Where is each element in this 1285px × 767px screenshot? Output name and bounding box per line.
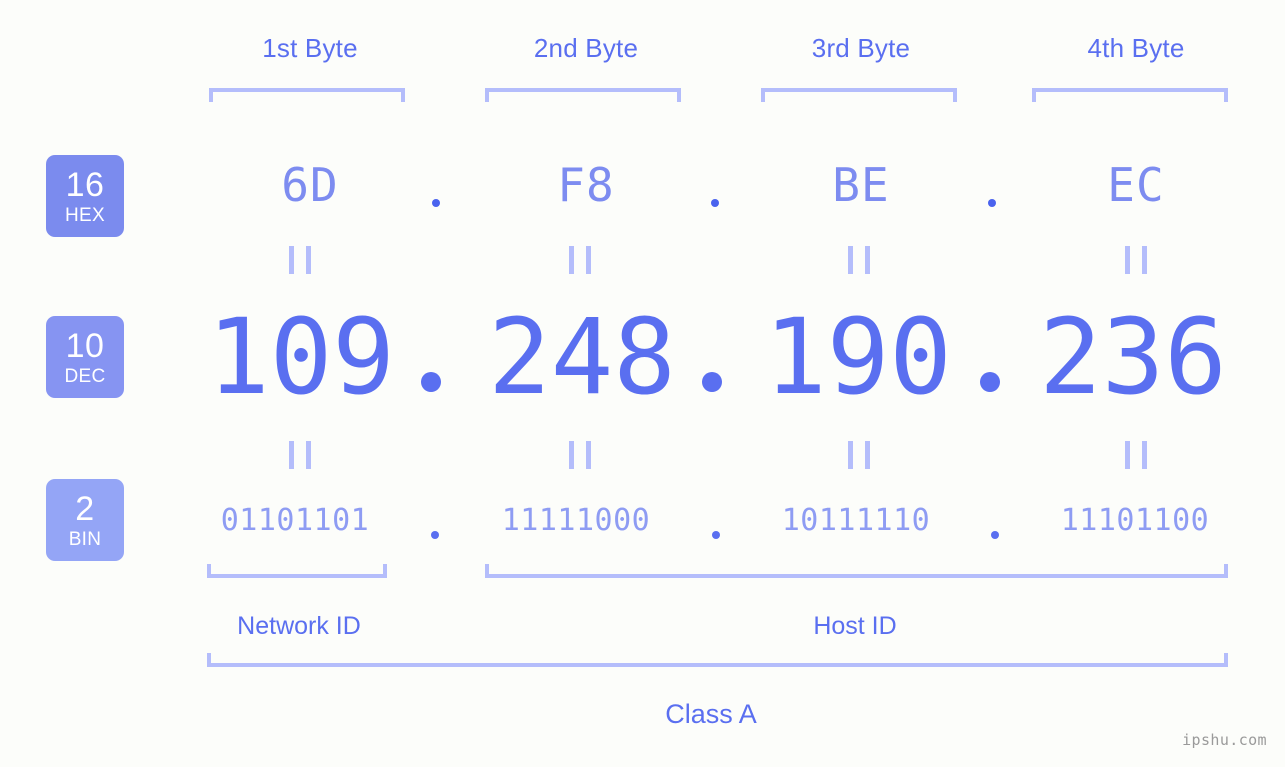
equals-icon-7 [848, 441, 870, 469]
equals-icon-5 [289, 441, 311, 469]
class-label: Class A [665, 699, 757, 729]
hex-byte-4: EC [1107, 158, 1165, 212]
dec-byte-4: 236 [1039, 296, 1227, 418]
base-badge-dec: 10 DEC [46, 316, 124, 398]
class-bracket [207, 653, 1228, 667]
base-badge-hex-name: HEX [65, 204, 105, 226]
dec-byte-1: 109 [207, 296, 395, 418]
bin-dot-separator-3 [991, 531, 999, 539]
byte-bracket-3 [761, 88, 957, 102]
hex-dot-separator-2 [711, 199, 719, 207]
hex-dot-separator-1 [432, 199, 440, 207]
dec-byte-3: 190 [764, 296, 952, 418]
equals-icon-8 [1125, 441, 1147, 469]
equals-icon-6 [569, 441, 591, 469]
byte-header-label-2: 2nd Byte [533, 33, 639, 63]
base-badge-dec-number: 10 [65, 326, 105, 365]
bin-byte-2: 11111000 [501, 503, 651, 538]
equals-icon-4 [1125, 246, 1147, 274]
bin-dot-separator-1 [431, 531, 439, 539]
dec-dot-separator-1 [421, 372, 441, 392]
network-id-bracket [207, 564, 387, 578]
dec-dot-separator-3 [980, 372, 1000, 392]
base-badge-dec-name: DEC [64, 365, 106, 387]
dec-byte-2: 248 [488, 296, 676, 418]
byte-header-label-3: 3rd Byte [811, 33, 911, 63]
hex-byte-1: 6D [281, 158, 339, 212]
base-badge-bin-number: 2 [75, 489, 95, 528]
hex-dot-separator-3 [988, 199, 996, 207]
byte-bracket-1 [209, 88, 405, 102]
ip-breakdown-diagram: 1st Byte 2nd Byte 3rd Byte 4th Byte 16 H… [0, 0, 1285, 767]
base-badge-bin-name: BIN [68, 528, 102, 550]
base-badge-bin: 2 BIN [46, 479, 124, 561]
byte-header-label-4: 4th Byte [1087, 33, 1185, 63]
equals-icon-2 [569, 246, 591, 274]
equals-icon-3 [848, 246, 870, 274]
dec-dot-separator-2 [702, 372, 722, 392]
base-badge-hex-number: 16 [65, 165, 105, 204]
network-id-label: Network ID [237, 612, 361, 640]
byte-header-label-1: 1st Byte [262, 33, 358, 63]
bin-byte-3: 10111110 [781, 503, 931, 538]
hex-byte-3: BE [832, 158, 890, 212]
hex-byte-2: F8 [557, 158, 615, 212]
host-id-bracket [485, 564, 1228, 578]
byte-bracket-2 [485, 88, 681, 102]
host-id-label: Host ID [813, 612, 897, 640]
bin-byte-4: 11101100 [1060, 503, 1210, 538]
equals-icon-1 [289, 246, 311, 274]
base-badge-hex: 16 HEX [46, 155, 124, 237]
watermark-ipshu: ipshu.com [1182, 731, 1267, 749]
bin-byte-1: 01101101 [220, 503, 370, 538]
bin-dot-separator-2 [712, 531, 720, 539]
byte-bracket-4 [1032, 88, 1228, 102]
